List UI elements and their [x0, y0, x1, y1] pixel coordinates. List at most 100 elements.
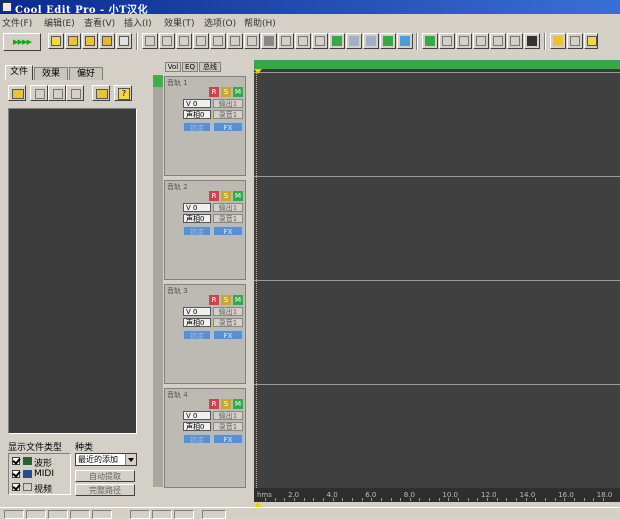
paste-button[interactable] — [176, 33, 192, 49]
save-all-button[interactable] — [116, 33, 132, 49]
zoom-selection-button[interactable] — [202, 510, 226, 519]
tab-favorites[interactable]: 偏好 — [69, 67, 103, 80]
copy-button[interactable] — [159, 33, 175, 49]
playhead-marker-icon[interactable] — [254, 69, 262, 74]
output-select[interactable]: 输出1 — [213, 307, 243, 316]
input-select[interactable]: 录音1 — [213, 214, 243, 223]
record-arm-button[interactable]: R — [209, 191, 219, 201]
hybrid-tool-button[interactable] — [244, 33, 260, 49]
tool-1-button[interactable] — [550, 33, 566, 49]
file-list[interactable] — [8, 108, 137, 434]
tool-2-button[interactable] — [567, 33, 583, 49]
full-path-button[interactable]: 完整路径 — [75, 484, 135, 496]
menu-view[interactable]: 查看(V) — [84, 16, 115, 29]
zoom-out-button[interactable] — [152, 510, 172, 519]
playhead-cursor[interactable] — [256, 70, 258, 488]
transport-loop-button[interactable] — [92, 510, 112, 519]
close-file-button[interactable] — [82, 33, 98, 49]
new-file-button[interactable] — [48, 33, 64, 49]
lock-button[interactable]: 锁定 — [183, 122, 211, 132]
effect-2-button[interactable] — [439, 33, 455, 49]
track-lane-1[interactable] — [254, 72, 620, 176]
lock-button[interactable]: 锁定 — [183, 226, 211, 236]
track-lane-2[interactable] — [254, 176, 620, 280]
overview-bar[interactable] — [254, 60, 620, 69]
edit-view-button[interactable] — [261, 33, 277, 49]
metronome-button[interactable] — [363, 33, 379, 49]
solo-button[interactable]: S — [221, 295, 231, 305]
open-file-button[interactable] — [8, 85, 26, 101]
help-button[interactable] — [584, 33, 598, 49]
tab-effects[interactable]: 效果 — [34, 67, 68, 80]
input-select[interactable]: 录音1 — [213, 422, 243, 431]
track-scrollbar[interactable] — [153, 75, 163, 487]
zoom-in-button[interactable] — [130, 510, 150, 519]
menu-options[interactable]: 选项(O) — [204, 16, 236, 29]
volume-field[interactable]: V 0 — [183, 411, 211, 420]
volume-field[interactable]: V 0 — [183, 307, 211, 316]
fx-button[interactable]: FX — [213, 226, 243, 236]
pan-field[interactable]: 声相0 — [183, 318, 211, 327]
trim-button[interactable] — [210, 33, 226, 49]
solo-button[interactable]: S — [221, 87, 231, 97]
save-button[interactable] — [99, 33, 115, 49]
solo-button[interactable]: S — [221, 399, 231, 409]
effect-1-button[interactable] — [422, 33, 438, 49]
tab-eq[interactable]: EQ — [182, 62, 198, 72]
transport-play-button[interactable] — [26, 510, 46, 519]
track-lane-4[interactable] — [254, 384, 620, 488]
scrollbar-thumb[interactable] — [153, 75, 163, 87]
menu-help[interactable]: 帮助(H) — [244, 16, 276, 29]
menu-effects[interactable]: 效果(T) — [164, 16, 195, 29]
transport-record-button[interactable] — [70, 510, 90, 519]
fx-button[interactable]: FX — [213, 122, 243, 132]
snap-button[interactable] — [295, 33, 311, 49]
lock-button[interactable]: 锁定 — [183, 330, 211, 340]
checkbox[interactable] — [12, 470, 20, 478]
record-arm-button[interactable]: R — [209, 87, 219, 97]
solo-button[interactable]: S — [221, 191, 231, 201]
effect-3-button[interactable] — [456, 33, 472, 49]
cd-button[interactable] — [380, 33, 396, 49]
input-select[interactable]: 录音1 — [213, 110, 243, 119]
tab-volume[interactable]: Vol — [165, 62, 181, 72]
mute-button[interactable]: M — [233, 295, 243, 305]
lock-button[interactable]: 锁定 — [183, 434, 211, 444]
effect-4-button[interactable] — [473, 33, 489, 49]
undo-button[interactable] — [142, 33, 158, 49]
record-arm-button[interactable]: R — [209, 399, 219, 409]
effect-6-button[interactable] — [507, 33, 523, 49]
checkbox[interactable] — [12, 483, 20, 491]
insert-file-button[interactable] — [48, 85, 66, 101]
filter-video[interactable]: 视频 — [12, 482, 70, 495]
input-select[interactable]: 录音1 — [213, 318, 243, 327]
mixdown-button[interactable] — [329, 33, 345, 49]
pan-field[interactable]: 声相0 — [183, 110, 211, 119]
transport-stop-button[interactable] — [4, 510, 24, 519]
mute-button[interactable]: M — [233, 399, 243, 409]
output-select[interactable]: 输出1 — [213, 99, 243, 108]
track-lane-3[interactable] — [254, 280, 620, 384]
play-file-button[interactable] — [92, 85, 110, 101]
checkbox[interactable] — [12, 457, 20, 465]
menu-file[interactable]: 文件(F) — [2, 16, 32, 29]
output-select[interactable]: 输出1 — [213, 203, 243, 212]
organizer-help-button[interactable]: ? — [114, 85, 132, 101]
tab-files[interactable]: 文件 — [5, 65, 33, 80]
loop-button[interactable] — [346, 33, 362, 49]
mute-button[interactable]: M — [233, 87, 243, 97]
fx-button[interactable]: FX — [213, 330, 243, 340]
mute-button[interactable]: M — [233, 191, 243, 201]
effect-5-button[interactable] — [490, 33, 506, 49]
transport-pause-button[interactable] — [48, 510, 68, 519]
filter-waveform[interactable]: 波形 — [12, 456, 70, 469]
pan-field[interactable]: 声相0 — [183, 422, 211, 431]
mix-paste-button[interactable] — [193, 33, 209, 49]
edit-file-button[interactable] — [66, 85, 84, 101]
auto-extract-button[interactable]: 自动提取 — [75, 470, 135, 482]
group-button[interactable] — [312, 33, 328, 49]
menu-insert[interactable]: 插入(I) — [124, 16, 152, 29]
menu-edit[interactable]: 编辑(E) — [44, 16, 75, 29]
effect-7-button[interactable] — [524, 33, 540, 49]
record-arm-button[interactable]: R — [209, 295, 219, 305]
